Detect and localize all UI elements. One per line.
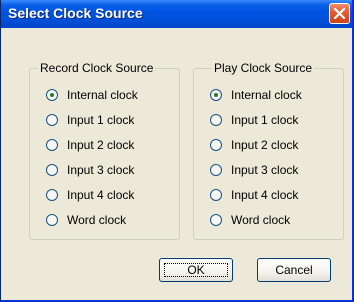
record-clock-source-legend: Record Clock Source xyxy=(38,61,156,75)
radio-label: Word clock xyxy=(231,213,291,227)
radio-label: Internal clock xyxy=(231,88,302,102)
record-radio-input-4-clock[interactable]: Input 4 clock xyxy=(46,187,134,203)
radio-label: Input 1 clock xyxy=(231,113,299,127)
cancel-button[interactable]: Cancel xyxy=(257,258,331,282)
record-clock-source-group: Record Clock Source Internal clock Input… xyxy=(29,61,180,240)
radio-label: Input 1 clock xyxy=(67,113,135,127)
radio-button[interactable] xyxy=(210,114,222,126)
play-radio-word-clock[interactable]: Word clock xyxy=(210,212,290,228)
radio-button[interactable] xyxy=(210,214,222,226)
radio-label: Input 3 clock xyxy=(67,163,135,177)
radio-button-selected[interactable] xyxy=(210,89,222,101)
radio-label: Input 4 clock xyxy=(67,188,135,202)
play-radio-input-2-clock[interactable]: Input 2 clock xyxy=(210,137,298,153)
radio-button[interactable] xyxy=(46,214,58,226)
radio-button[interactable] xyxy=(210,139,222,151)
radio-button[interactable] xyxy=(210,189,222,201)
record-radio-input-2-clock[interactable]: Input 2 clock xyxy=(46,137,134,153)
record-radio-internal-clock[interactable]: Internal clock xyxy=(46,87,138,103)
radio-button[interactable] xyxy=(210,164,222,176)
radio-button[interactable] xyxy=(46,114,58,126)
close-button[interactable] xyxy=(329,3,350,24)
ok-button[interactable]: OK xyxy=(159,258,233,282)
play-radio-input-4-clock[interactable]: Input 4 clock xyxy=(210,187,298,203)
title-bar[interactable]: Select Clock Source xyxy=(1,0,352,28)
radio-label: Input 2 clock xyxy=(231,138,299,152)
radio-button-selected[interactable] xyxy=(46,89,58,101)
radio-label: Input 2 clock xyxy=(67,138,135,152)
record-radio-word-clock[interactable]: Word clock xyxy=(46,212,126,228)
select-clock-source-dialog: Select Clock Source Record Clock Source … xyxy=(0,0,354,302)
close-icon xyxy=(333,7,346,20)
play-radio-input-3-clock[interactable]: Input 3 clock xyxy=(210,162,298,178)
radio-label: Word clock xyxy=(67,213,127,227)
play-clock-source-group: Play Clock Source Internal clock Input 1… xyxy=(193,61,344,240)
record-radio-input-1-clock[interactable]: Input 1 clock xyxy=(46,112,134,128)
radio-label: Input 3 clock xyxy=(231,163,299,177)
dialog-title: Select Clock Source xyxy=(8,5,143,21)
radio-label: Input 4 clock xyxy=(231,188,299,202)
play-radio-input-1-clock[interactable]: Input 1 clock xyxy=(210,112,298,128)
radio-button[interactable] xyxy=(46,189,58,201)
play-clock-source-legend: Play Clock Source xyxy=(212,61,315,75)
radio-button[interactable] xyxy=(46,139,58,151)
radio-button[interactable] xyxy=(46,164,58,176)
radio-label: Internal clock xyxy=(67,88,138,102)
focus-rectangle xyxy=(164,263,228,277)
play-radio-internal-clock[interactable]: Internal clock xyxy=(210,87,302,103)
cancel-button-label: Cancel xyxy=(275,263,313,277)
record-radio-input-3-clock[interactable]: Input 3 clock xyxy=(46,162,134,178)
